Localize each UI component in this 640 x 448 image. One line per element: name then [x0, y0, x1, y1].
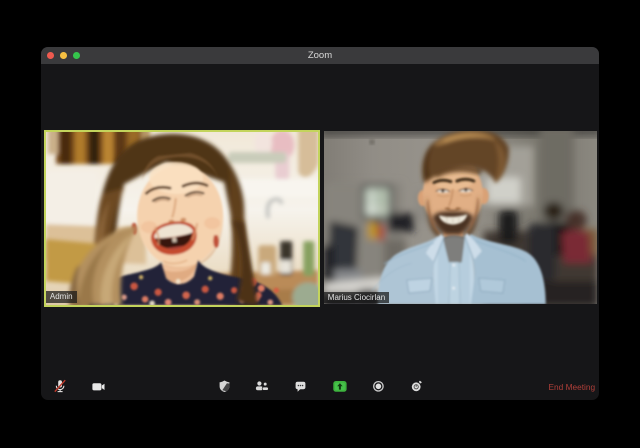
- svg-text:End Meeting: End Meeting: [549, 382, 596, 392]
